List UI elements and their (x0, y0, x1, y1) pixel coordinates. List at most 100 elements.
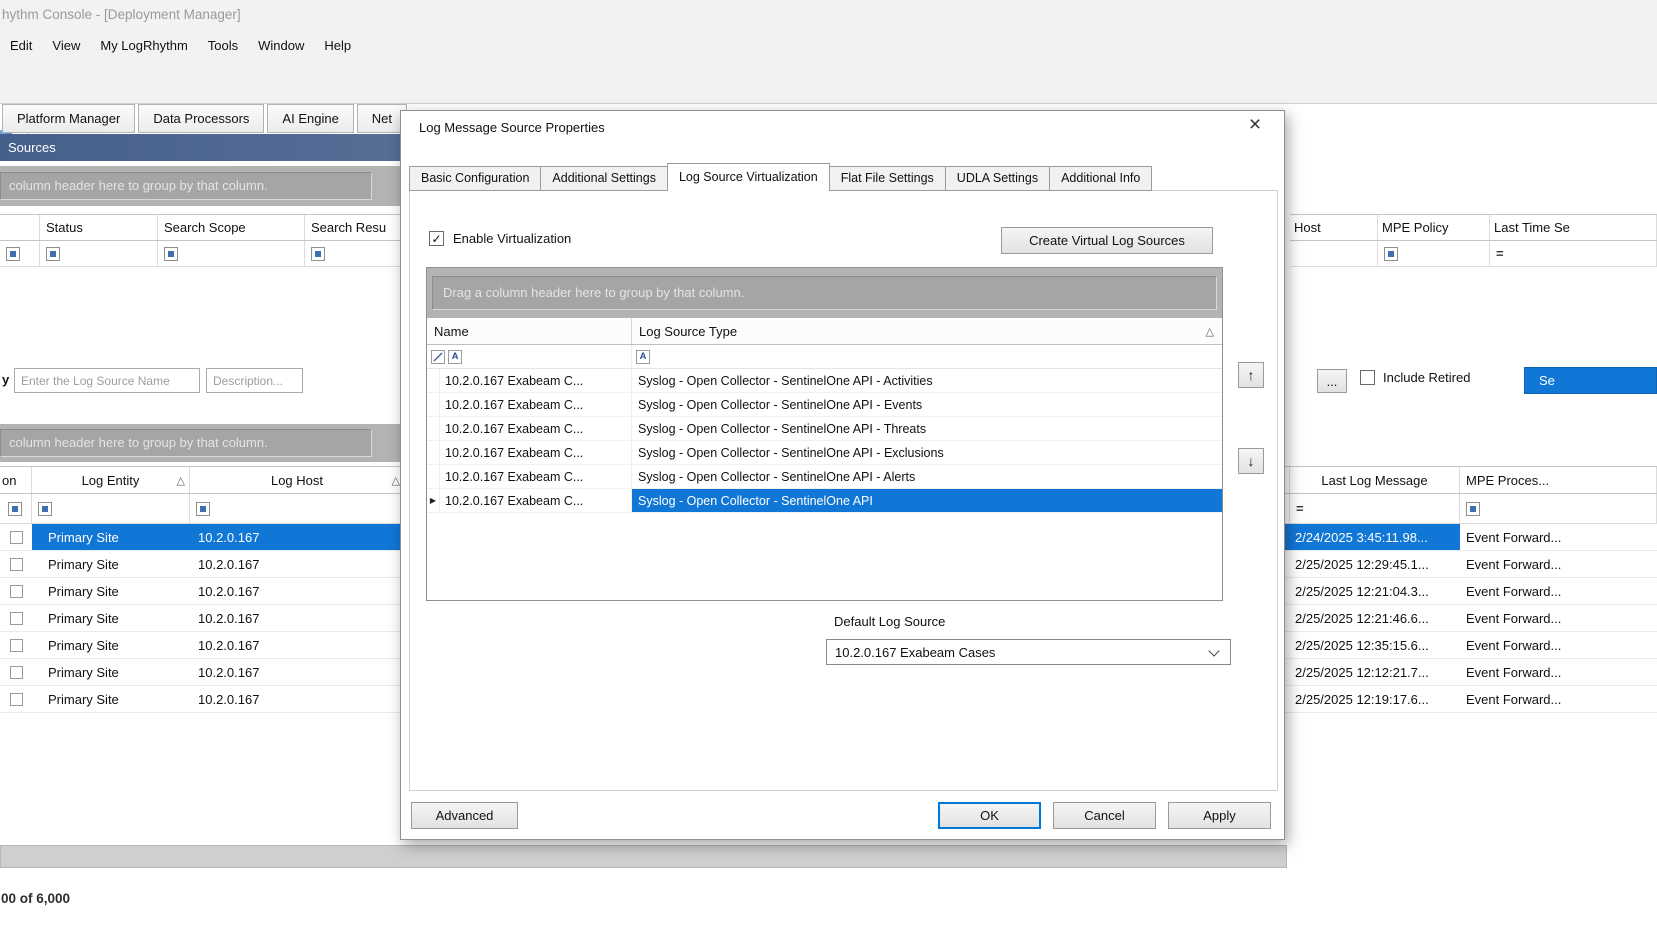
column-header-log-host[interactable]: Log Host △ (190, 467, 405, 493)
enable-virtualization-checkbox[interactable]: ✓ (429, 231, 444, 246)
dialog-tab[interactable]: Basic Configuration (409, 166, 541, 191)
column-header-status[interactable]: Status (40, 215, 158, 240)
row-checkbox[interactable] (10, 585, 23, 598)
include-retired-checkbox[interactable] (1360, 370, 1375, 385)
table-row[interactable]: 2/25/2025 12:29:45.1... Event Forward... (1290, 551, 1657, 578)
virtual-log-source-row[interactable]: 10.2.0.167 Exabeam C... Syslog - Open Co… (427, 393, 1222, 417)
view-tab[interactable]: Platform Manager (2, 104, 135, 133)
menu-item[interactable]: View (42, 30, 90, 61)
filter-icon[interactable] (164, 247, 178, 261)
name-cell: 10.2.0.167 Exabeam C... (440, 465, 632, 488)
group-by-bar[interactable]: Drag a column header here to group by th… (427, 268, 1222, 318)
row-checkbox[interactable] (10, 639, 23, 652)
column-header-partial[interactable]: on (0, 467, 32, 493)
enable-virtualization: ✓ Enable Virtualization (429, 231, 571, 246)
dialog-tab[interactable]: Flat File Settings (829, 166, 946, 191)
create-virtual-log-sources-button[interactable]: Create Virtual Log Sources (1001, 227, 1213, 254)
mpe-process-cell: Event Forward... (1460, 578, 1657, 604)
log-host-cell: 10.2.0.167 (190, 605, 405, 631)
filter-icon[interactable] (1384, 247, 1398, 261)
menu-item[interactable]: Window (248, 30, 314, 61)
enable-virtualization-label: Enable Virtualization (453, 231, 571, 246)
dialog-tab[interactable]: Additional Info (1049, 166, 1152, 191)
last-log-message-cell: 2/25/2025 12:19:17.6... (1290, 686, 1460, 712)
column-header-mpe-process[interactable]: MPE Proces... (1460, 467, 1657, 493)
column-header-mpe-policy[interactable]: MPE Policy (1378, 215, 1490, 240)
up-arrow-icon: ↑ (1248, 367, 1255, 383)
row-checkbox[interactable] (10, 666, 23, 679)
move-up-button[interactable]: ↑ (1238, 362, 1264, 388)
column-header-log-source-type[interactable]: Log Source Type △ (632, 318, 1222, 344)
dialog-tab[interactable]: Additional Settings (540, 166, 668, 191)
virtual-log-sources-grid: Drag a column header here to group by th… (426, 267, 1223, 601)
column-header-last-time[interactable]: Last Time Se (1490, 215, 1657, 240)
check-mark: ✓ (431, 232, 441, 246)
filter-edit-icon[interactable] (431, 350, 445, 364)
row-indicator (427, 417, 440, 440)
virtual-log-source-row[interactable]: 10.2.0.167 Exabeam C... Syslog - Open Co… (427, 369, 1222, 393)
ok-button[interactable]: OK (938, 802, 1041, 829)
filter-icon[interactable] (311, 247, 325, 261)
mpe-process-cell: Event Forward... (1460, 551, 1657, 577)
table-row[interactable]: 2/25/2025 12:19:17.6... Event Forward... (1290, 686, 1657, 713)
menu-item[interactable]: Help (314, 30, 361, 61)
table-row[interactable]: 2/25/2025 12:21:04.3... Event Forward... (1290, 578, 1657, 605)
menu-item[interactable]: Tools (198, 30, 248, 61)
row-checkbox[interactable] (10, 558, 23, 571)
table-row[interactable]: 2/25/2025 12:21:46.6... Event Forward... (1290, 605, 1657, 632)
row-indicator (427, 441, 440, 464)
virtual-log-source-row[interactable]: 10.2.0.167 Exabeam C... Syslog - Open Co… (427, 489, 1222, 513)
dialog-tab[interactable]: UDLA Settings (945, 166, 1050, 191)
virtual-log-source-row[interactable]: 10.2.0.167 Exabeam C... Syslog - Open Co… (427, 417, 1222, 441)
log-source-type-cell: Syslog - Open Collector - SentinelOne AP… (632, 441, 1222, 464)
column-header-name[interactable]: Name (427, 318, 632, 344)
menu-item[interactable]: Edit (0, 30, 42, 61)
row-checkbox[interactable] (10, 531, 23, 544)
column-header-blank[interactable] (0, 215, 40, 240)
virtual-log-source-row[interactable]: 10.2.0.167 Exabeam C... Syslog - Open Co… (427, 441, 1222, 465)
log-host-cell: 10.2.0.167 (190, 551, 405, 577)
column-header-search-scope[interactable]: Search Scope (158, 215, 305, 240)
mpe-process-cell: Event Forward... (1460, 605, 1657, 631)
last-log-message-cell: 2/25/2025 12:35:15.6... (1290, 632, 1460, 658)
view-tab[interactable]: Data Processors (138, 104, 264, 133)
filter-text-icon[interactable]: A (636, 350, 650, 364)
cancel-button[interactable]: Cancel (1053, 802, 1156, 829)
title-bar: hythm Console - [Deployment Manager] (0, 0, 1657, 30)
filter-text-icon[interactable]: A (448, 350, 462, 364)
description-input[interactable] (206, 368, 303, 393)
table-row[interactable]: 2/25/2025 12:12:21.7... Event Forward... (1290, 659, 1657, 686)
row-checkbox[interactable] (10, 693, 23, 706)
close-icon[interactable]: × (1242, 113, 1268, 137)
advanced-button[interactable]: Advanced (411, 802, 518, 829)
filter-icon[interactable] (46, 247, 60, 261)
filter-icon[interactable] (8, 502, 22, 516)
log-entity-cell: Primary Site (32, 578, 190, 604)
table-row[interactable]: 2/24/2025 3:45:11.98... Event Forward... (1290, 524, 1657, 551)
view-tab[interactable]: AI Engine (267, 104, 353, 133)
virtual-log-source-row[interactable]: 10.2.0.167 Exabeam C... Syslog - Open Co… (427, 465, 1222, 489)
equals-filter[interactable]: = (1496, 246, 1504, 261)
bottom-scrollbar-track[interactable] (0, 845, 1287, 868)
menu-item[interactable]: My LogRhythm (90, 30, 197, 61)
search-button[interactable]: Se (1524, 367, 1657, 394)
default-log-source-dropdown[interactable]: 10.2.0.167 Exabeam Cases (826, 639, 1231, 665)
equals-filter[interactable]: = (1296, 501, 1304, 516)
log-host-cell: 10.2.0.167 (190, 524, 405, 550)
move-down-button[interactable]: ↓ (1238, 448, 1264, 474)
filter-icon[interactable] (38, 502, 52, 516)
dialog-tab[interactable]: Log Source Virtualization (667, 163, 830, 191)
filter-icon[interactable] (1466, 502, 1480, 516)
apply-button[interactable]: Apply (1168, 802, 1271, 829)
table-row[interactable]: 2/25/2025 12:35:15.6... Event Forward... (1290, 632, 1657, 659)
column-header-last-log-message[interactable]: Last Log Message (1290, 467, 1460, 493)
log-source-name-input[interactable] (14, 368, 200, 393)
column-header-log-entity[interactable]: Log Entity △ (32, 467, 190, 493)
log-entity-cell: Primary Site (32, 686, 190, 712)
ellipsis-button[interactable]: ... (1317, 369, 1347, 393)
row-indicator (427, 465, 440, 488)
column-header-host[interactable]: Host (1290, 215, 1378, 240)
filter-icon[interactable] (196, 502, 210, 516)
row-checkbox[interactable] (10, 612, 23, 625)
filter-icon[interactable] (6, 247, 20, 261)
